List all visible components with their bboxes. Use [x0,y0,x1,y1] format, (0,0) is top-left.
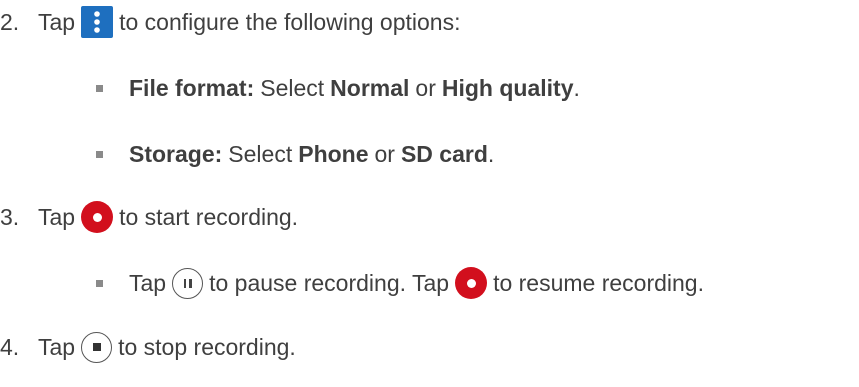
sub-text-pre: Tap [129,269,167,296]
pause-icon [172,267,204,299]
option-end: . [487,140,495,167]
option-value: SD card [400,140,488,167]
option-text: Select [260,74,325,101]
option-text: or [374,140,395,167]
bullet [96,150,103,158]
step-3: 3. Tap to start recording. [0,200,298,234]
option-value: Phone [298,140,369,167]
option-value: Normal [330,74,410,101]
sub-text-post: to resume recording. [493,269,704,296]
option-text: Select [228,140,293,167]
option-label: File format: [129,74,255,101]
sub-text-mid: to pause recording. Tap [209,269,450,296]
step-text-post: to start recording. [119,203,299,230]
step-text-pre: Tap [38,8,76,35]
option-end: . [573,74,580,101]
option-file-format: File format: Select Normal or High quali… [96,71,580,105]
step-3-sub: Tap to pause recording. Tap to resume re… [96,266,704,300]
option-text: or [415,74,436,101]
step-text-pre: Tap [38,203,76,230]
more-vert-icon [81,6,114,38]
step-number: 4. [0,333,20,360]
bullet [96,84,103,92]
step-number: 2. [0,8,20,35]
step-number: 3. [0,203,20,230]
step-2: 2. Tap to configure the following option… [0,5,460,39]
record-icon [455,267,488,299]
option-label: Storage: [129,140,223,167]
bullet [96,279,103,287]
step-4: 4. Tap to stop recording. [0,330,296,364]
option-value: High quality [441,74,574,101]
step-text-pre: Tap [38,333,76,360]
step-text-post: to configure the following options: [119,8,461,35]
stop-icon [81,331,113,363]
option-storage: Storage: Select Phone or SD card. [96,137,494,171]
step-text-post: to stop recording. [118,333,296,360]
record-icon [81,201,114,233]
